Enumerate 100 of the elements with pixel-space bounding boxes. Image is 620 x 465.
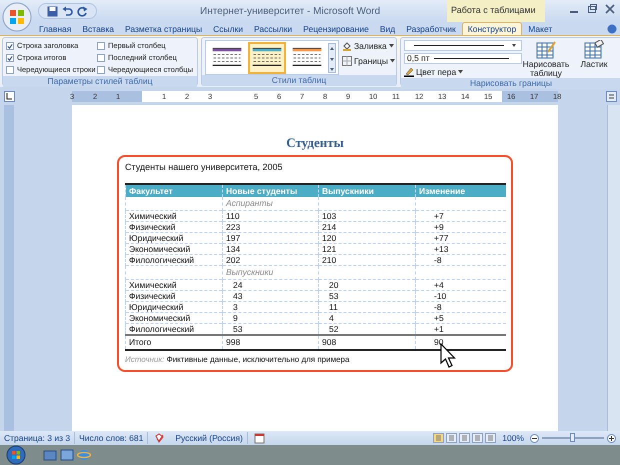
ribbon-tab[interactable]: Разметка страницы — [120, 22, 208, 35]
view-mode-icon[interactable] — [485, 433, 496, 443]
table-cell: Экономический — [126, 312, 222, 324]
table-cell: 9 — [222, 312, 318, 324]
table-cell: 214 — [318, 222, 416, 232]
pencil-table-icon — [536, 40, 556, 60]
close-icon[interactable] — [604, 3, 616, 15]
window-switch-icon[interactable] — [60, 449, 74, 461]
ribbon-button[interactable]: Нарисовать таблицу — [522, 40, 570, 78]
section-label: Аспиранты — [222, 197, 318, 210]
eraser-icon — [584, 40, 604, 60]
table-cell: 121 — [318, 244, 416, 254]
table-cell: Физический — [126, 290, 222, 302]
table-cell: +9 — [416, 222, 506, 232]
slider-thumb[interactable] — [570, 433, 575, 442]
table-cell: 210 — [318, 254, 416, 266]
table-cell: 110 — [222, 210, 318, 222]
view-mode-icon[interactable] — [433, 433, 444, 443]
view-mode-icon[interactable] — [459, 433, 470, 443]
table-cell: 43 — [222, 290, 318, 302]
line-style-dropdown[interactable] — [404, 40, 522, 51]
group-label: Стили таблиц — [202, 75, 396, 86]
checkbox[interactable] — [6, 66, 14, 74]
table-cell: 120 — [318, 232, 416, 244]
column-header: Новые студенты — [222, 184, 318, 198]
table-cell: Филологический — [126, 254, 222, 266]
ribbon-tab[interactable]: Разработчик — [401, 22, 461, 35]
table-cell: +4 — [416, 279, 506, 290]
ribbon-button[interactable]: Ластик — [570, 40, 618, 78]
ribbon-tab[interactable]: Вид — [374, 22, 400, 35]
gallery-scroll-icon[interactable] — [328, 42, 336, 72]
table-cell: 52 — [318, 323, 416, 335]
column-header: Выпускники — [318, 184, 416, 198]
table-cell: 53 — [222, 323, 318, 335]
macro-icon[interactable] — [254, 432, 265, 444]
checkbox[interactable] — [6, 54, 14, 62]
checkbox[interactable] — [97, 66, 105, 74]
tab-selector-icon[interactable] — [4, 91, 15, 102]
window-title: Интернет-университет - Microsoft Word — [200, 5, 380, 19]
redo-icon[interactable] — [77, 6, 88, 16]
start-button[interactable] — [6, 445, 26, 465]
restore-icon[interactable] — [586, 3, 598, 15]
word-count[interactable]: Число слов: 681 — [75, 432, 148, 444]
ribbon-tab[interactable]: Макет — [523, 22, 558, 35]
vertical-scrollbar[interactable] — [607, 105, 620, 431]
checkbox[interactable] — [6, 42, 14, 50]
table-cell: Экономический — [126, 244, 222, 254]
ribbon-tab[interactable]: Главная — [34, 22, 76, 35]
view-ruler-icon[interactable] — [606, 91, 617, 102]
table-cell: 3 — [222, 301, 318, 312]
ribbon-tab[interactable]: Вставка — [77, 22, 119, 35]
table-cell: 11 — [318, 301, 416, 312]
line-weight-dropdown[interactable]: 0,5 пт — [404, 53, 522, 64]
checkbox[interactable] — [97, 54, 105, 62]
table-cell: +7 — [416, 210, 506, 222]
table-cell: -8 — [416, 254, 506, 266]
table-caption: Студенты нашего университета, 2005 — [125, 161, 284, 174]
zoom-level[interactable]: 100% — [502, 432, 524, 444]
page-count[interactable]: Страница: 3 из 3 — [0, 432, 76, 444]
group-label: Параметры стилей таблиц — [3, 76, 197, 87]
grid-icon — [342, 56, 352, 66]
ribbon-button[interactable]: Заливка — [342, 40, 395, 52]
checkbox[interactable] — [97, 42, 105, 50]
view-mode-icon[interactable] — [472, 433, 484, 443]
ribbon-tab[interactable]: Конструктор — [462, 22, 522, 35]
proofing-icon[interactable] — [154, 432, 166, 444]
section-label: Выпускники — [222, 266, 318, 280]
ribbon-tab[interactable]: Рассылки — [249, 22, 298, 35]
table-cell: 53 — [318, 290, 416, 302]
table-cell: Итого — [126, 334, 222, 350]
table-cell: Юридический — [126, 232, 222, 244]
table-cell: 24 — [222, 279, 318, 290]
view-mode-icon[interactable] — [446, 433, 458, 443]
table-cell: 4 — [318, 312, 416, 324]
table-cell: 103 — [318, 210, 416, 222]
table-cell: Химический — [126, 210, 222, 222]
table-cell: +77 — [416, 232, 506, 244]
help-icon[interactable] — [607, 24, 617, 34]
table-style-thumbnail[interactable] — [248, 42, 286, 74]
zoom-in-icon[interactable] — [607, 434, 616, 442]
ribbon-tab[interactable]: Рецензирование — [298, 22, 374, 35]
contextual-tab-group: Работа с таблицами — [447, 0, 545, 22]
table-cell: 998 — [222, 334, 318, 350]
zoom-out-icon[interactable] — [530, 434, 539, 442]
undo-icon[interactable] — [62, 6, 73, 16]
ribbon-tab[interactable]: Ссылки — [208, 22, 248, 35]
pen-color-button[interactable]: Цвет пера — [404, 66, 522, 78]
table-cell: +1 — [416, 323, 506, 335]
language-indicator[interactable]: Русский (Россия) — [171, 432, 248, 444]
column-header: Изменение — [416, 184, 506, 198]
source-note: Источник: Фиктивные данные, исключительно для примера — [125, 354, 350, 366]
paint-bucket-icon — [342, 41, 352, 51]
save-icon[interactable] — [47, 6, 58, 16]
document-heading: Студенты — [286, 135, 344, 151]
table-cell: Филологический — [126, 323, 222, 335]
table-cell: 134 — [222, 244, 318, 254]
table-cell: Физический — [126, 222, 222, 232]
table-cell: 908 — [318, 334, 416, 350]
ribbon-button[interactable]: Границы — [342, 55, 395, 67]
table-cell: 20 — [318, 279, 416, 290]
